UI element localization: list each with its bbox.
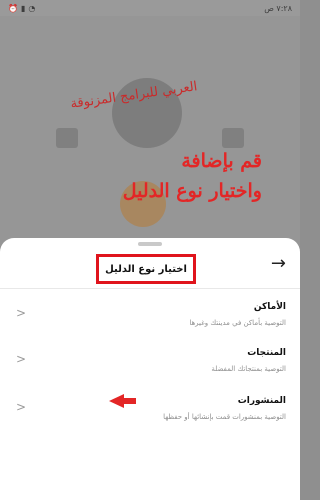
sheet-title: اختيار نوع الدليل [96, 254, 196, 284]
annotation-line-1: قم بإضافة [181, 150, 262, 172]
option-desc: التوصية بمنتجاتك المفضلة [211, 365, 286, 373]
option-desc: التوصية بمنشورات قمت بإنشائها أو حفظها [163, 413, 286, 421]
background-profile: العربي للبرامج المزنوقة [0, 16, 300, 246]
annotation-text: قم بإضافة واختيار نوع الدليل [123, 146, 262, 206]
signal-icon: ▮ [20, 3, 26, 13]
chevron-left-icon: < [16, 352, 27, 366]
option-desc: التوصية بأماكن في مدينتك وغيرها [189, 319, 286, 327]
stat-icon [222, 128, 244, 148]
option-title: المنتجات [247, 348, 286, 358]
annotation-line-2: واختيار نوع الدليل [122, 180, 262, 202]
status-right: ٧:٢٨ ص [264, 4, 292, 13]
dim-header [0, 16, 300, 56]
arrow-right-icon[interactable]: → [271, 255, 286, 273]
option-title: الأماكن [253, 302, 286, 312]
chevron-left-icon: < [16, 306, 27, 320]
status-bar: ⏰ ▮ ◔ ٧:٢٨ ص [0, 0, 300, 16]
alarm-icon: ⏰ [8, 3, 18, 13]
sheet-header: اختيار نوع الدليل → [0, 238, 300, 289]
option-products[interactable]: المنتجات التوصية بمنتجاتك المفضلة < [0, 338, 300, 392]
status-left: ⏰ ▮ ◔ [8, 4, 35, 13]
chevron-left-icon: < [16, 400, 27, 414]
wifi-icon: ◔ [28, 3, 36, 13]
stat-icon [56, 128, 78, 148]
option-posts[interactable]: المنشورات التوصية بمنشورات قمت بإنشائها … [0, 386, 300, 440]
red-arrow-icon [109, 394, 136, 408]
bottom-sheet: اختيار نوع الدليل → الأماكن التوصية بأما… [0, 238, 300, 500]
status-time: ٧:٢٨ ص [264, 3, 292, 13]
option-title: المنشورات [237, 396, 286, 406]
